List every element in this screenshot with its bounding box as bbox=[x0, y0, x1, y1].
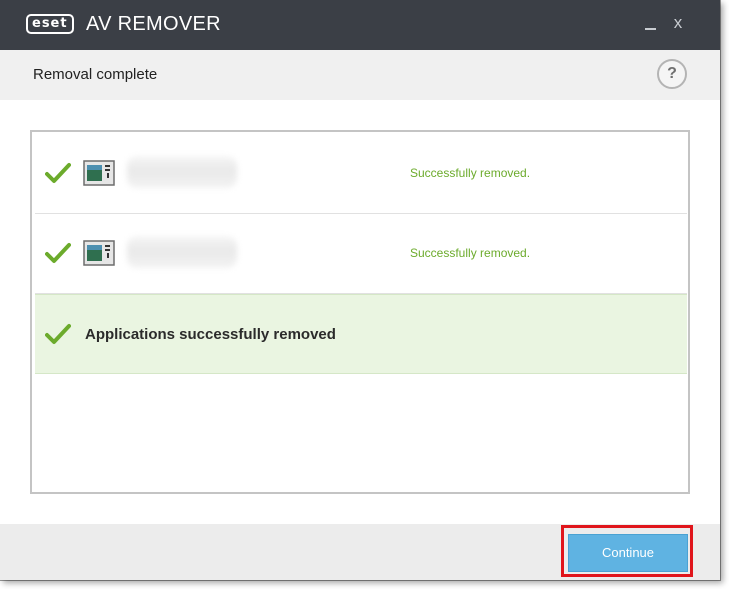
summary-row: Applications successfully removed bbox=[35, 294, 687, 374]
page-header: Removal complete bbox=[0, 50, 720, 100]
checkmark-icon bbox=[45, 243, 71, 263]
minimize-icon bbox=[644, 28, 656, 30]
summary-text: Applications successfully removed bbox=[85, 326, 336, 343]
close-button[interactable]: x bbox=[665, 10, 691, 36]
checkmark-icon bbox=[45, 324, 71, 344]
app-title: AV REMOVER bbox=[86, 13, 221, 35]
minimize-button[interactable] bbox=[637, 10, 663, 36]
removal-status: Successfully removed. bbox=[410, 166, 531, 180]
redacted-app-name bbox=[127, 236, 237, 268]
eset-logo: eset bbox=[26, 14, 74, 34]
removal-status: Successfully removed. bbox=[410, 246, 531, 260]
title-bar: eset AV REMOVER x bbox=[0, 0, 720, 50]
results-list: Successfully removed. Successfully remov… bbox=[30, 130, 690, 494]
application-window-icon bbox=[83, 240, 115, 266]
page-title: Removal complete bbox=[33, 66, 158, 83]
continue-button[interactable]: Continue bbox=[568, 534, 688, 572]
result-row: Successfully removed. bbox=[35, 134, 687, 214]
checkmark-icon bbox=[45, 163, 71, 183]
help-button[interactable]: ? bbox=[657, 59, 687, 89]
application-window-icon bbox=[83, 160, 115, 186]
redacted-app-name bbox=[127, 156, 237, 188]
av-remover-window: eset AV REMOVER x Removal complete ? Suc… bbox=[0, 0, 720, 580]
result-row: Successfully removed. bbox=[35, 214, 687, 294]
